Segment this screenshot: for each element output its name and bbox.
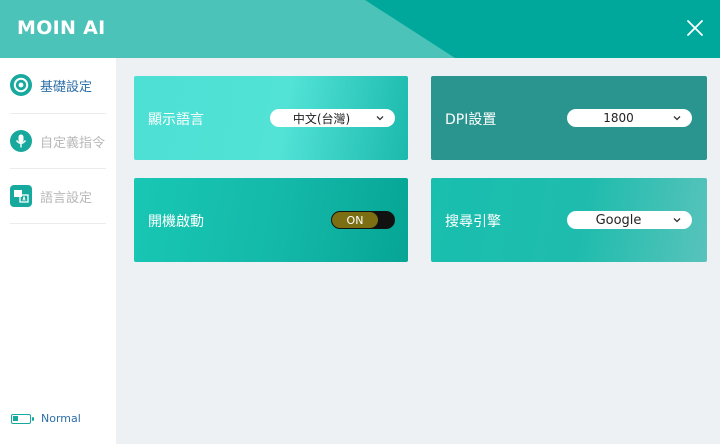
card-title: DPI設置 bbox=[445, 112, 497, 128]
divider bbox=[10, 223, 106, 224]
settings-icon bbox=[10, 74, 32, 96]
select-value: 中文(台灣) bbox=[292, 111, 351, 126]
sidebar-item-label: 基礎設定 bbox=[40, 79, 93, 95]
title-bar: MOIN AI bbox=[0, 0, 720, 58]
battery-icon bbox=[11, 413, 34, 424]
app-title: MOIN AI bbox=[17, 17, 106, 39]
display-language-select[interactable]: 中文(台灣) bbox=[270, 109, 395, 127]
sidebar-item-label: 語言設定 bbox=[40, 190, 93, 206]
status-label: Normal bbox=[41, 412, 81, 425]
dpi-card: DPI設置 1800 bbox=[431, 76, 707, 160]
close-button[interactable] bbox=[683, 16, 707, 40]
sidebar: 基礎設定 自定義指令 語言設定 Normal bbox=[0, 58, 116, 444]
search-engine-select[interactable]: Google bbox=[567, 211, 692, 229]
card-title: 搜尋引擎 bbox=[445, 214, 501, 230]
sidebar-item-language-settings[interactable]: 語言設定 bbox=[10, 169, 106, 223]
startup-toggle[interactable]: ON bbox=[331, 211, 395, 229]
close-icon bbox=[687, 20, 703, 36]
select-value: 1800 bbox=[603, 111, 634, 125]
status-indicator: Normal bbox=[11, 412, 81, 425]
chevron-down-icon bbox=[670, 217, 684, 223]
startup-card: 開機啟動 ON bbox=[134, 178, 408, 262]
title-bar-accent bbox=[0, 0, 455, 58]
toggle-knob: ON bbox=[332, 212, 378, 228]
search-engine-card: 搜尋引擎 Google bbox=[431, 178, 707, 262]
card-title: 開機啟動 bbox=[148, 214, 204, 230]
sidebar-item-label: 自定義指令 bbox=[40, 135, 106, 151]
sidebar-item-custom-commands[interactable]: 自定義指令 bbox=[10, 114, 106, 168]
chevron-down-icon bbox=[373, 115, 387, 121]
toggle-label: ON bbox=[346, 213, 364, 227]
card-title: 顯示語言 bbox=[148, 112, 204, 128]
sidebar-item-basic-settings[interactable]: 基礎設定 bbox=[10, 58, 106, 112]
microphone-icon bbox=[10, 130, 32, 152]
language-icon bbox=[10, 185, 32, 207]
chevron-down-icon bbox=[670, 115, 684, 121]
dpi-select[interactable]: 1800 bbox=[567, 109, 692, 127]
select-value: Google bbox=[595, 212, 642, 228]
display-language-card: 顯示語言 中文(台灣) bbox=[134, 76, 408, 160]
